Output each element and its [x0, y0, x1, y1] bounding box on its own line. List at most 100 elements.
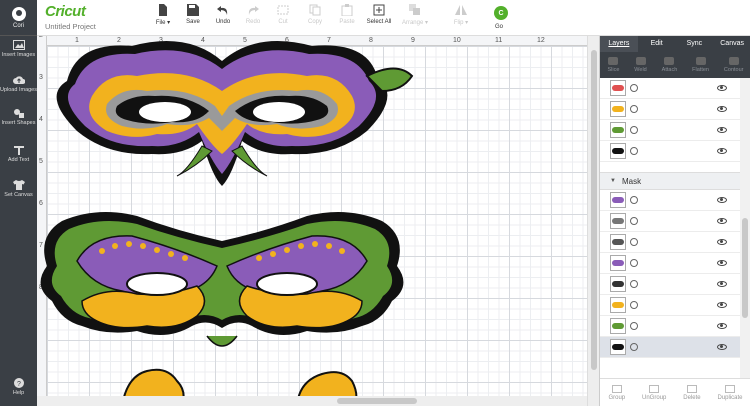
- cut-type-icon[interactable]: [630, 301, 638, 309]
- cut-type-icon[interactable]: [630, 196, 638, 204]
- visibility-eye-icon[interactable]: [717, 323, 727, 329]
- sidebar-item-add-text[interactable]: Add Text: [0, 145, 37, 175]
- sidebar-item-set-canvas[interactable]: Set Canvas: [0, 180, 37, 210]
- layer-color-swatch: [612, 323, 624, 329]
- file-icon: [156, 4, 170, 16]
- chevron-down-icon: ▾: [465, 20, 469, 26]
- layer-row[interactable]: [600, 274, 741, 295]
- visibility-eye-icon[interactable]: [717, 218, 727, 224]
- left-sidebar: Cori Insert Images Upload Images Insert …: [0, 0, 37, 406]
- mask-artwork[interactable]: [37, 36, 599, 406]
- group-button[interactable]: Group: [608, 384, 625, 401]
- visibility-eye-icon[interactable]: [717, 85, 727, 91]
- cut-type-icon[interactable]: [630, 238, 638, 246]
- design-canvas[interactable]: 123456789101112 2345678: [37, 36, 599, 406]
- cut-type-icon[interactable]: [630, 217, 638, 225]
- slice-button[interactable]: Slice: [607, 57, 619, 73]
- sidebar-item-help[interactable]: ? Help: [0, 378, 37, 408]
- layer-row[interactable]: [600, 141, 741, 162]
- layer-row[interactable]: [600, 190, 741, 211]
- contour-button[interactable]: Contour: [724, 57, 744, 73]
- layer-row[interactable]: [600, 78, 741, 99]
- tab-sync[interactable]: Sync: [676, 36, 714, 52]
- select-all-button[interactable]: Select All: [363, 4, 395, 32]
- paste-button[interactable]: Paste: [331, 4, 363, 32]
- visibility-eye-icon[interactable]: [717, 260, 727, 266]
- attach-button[interactable]: Attach: [662, 57, 677, 73]
- tab-canvas[interactable]: Canvas: [713, 36, 750, 52]
- collapse-arrow-icon[interactable]: ▼: [610, 178, 616, 184]
- visibility-eye-icon[interactable]: [717, 281, 727, 287]
- layer-group-mask[interactable]: ▼ Mask: [600, 172, 741, 190]
- visibility-eye-icon[interactable]: [717, 239, 727, 245]
- group-icon: [611, 384, 622, 393]
- shirt-icon: [12, 180, 25, 190]
- top-mask[interactable]: [56, 41, 414, 186]
- project-name[interactable]: Untitled Project: [45, 22, 96, 31]
- canvas-vertical-scrollbar[interactable]: [587, 36, 599, 406]
- cut-type-icon[interactable]: [630, 105, 638, 113]
- go-button[interactable]: C: [494, 6, 508, 20]
- visibility-eye-icon[interactable]: [717, 127, 727, 133]
- visibility-eye-icon[interactable]: [717, 106, 727, 112]
- tab-edit[interactable]: Edit: [638, 36, 676, 52]
- visibility-eye-icon[interactable]: [717, 302, 727, 308]
- flip-menu-button[interactable]: Flip ▾: [445, 4, 477, 32]
- layer-color-swatch: [612, 302, 624, 308]
- layer-row[interactable]: [600, 99, 741, 120]
- weld-button[interactable]: Weld: [634, 57, 647, 73]
- cut-type-icon[interactable]: [630, 322, 638, 330]
- user-menu[interactable]: Cori: [0, 0, 37, 36]
- cut-type-icon[interactable]: [630, 84, 638, 92]
- cut-type-icon[interactable]: [630, 280, 638, 288]
- cut-type-icon[interactable]: [630, 259, 638, 267]
- copy-button[interactable]: Copy: [299, 4, 331, 32]
- panel-scrollbar[interactable]: [740, 78, 750, 378]
- shapes-icon: [13, 108, 25, 118]
- middle-mask[interactable]: [40, 212, 404, 347]
- layer-thumbnail: [610, 318, 626, 334]
- visibility-eye-icon[interactable]: [717, 197, 727, 203]
- layer-thumbnail: [610, 255, 626, 271]
- avatar-icon: [11, 6, 26, 21]
- delete-button[interactable]: Delete: [683, 384, 701, 401]
- layer-row[interactable]: [600, 316, 741, 337]
- sidebar-item-upload-images[interactable]: Upload Images: [0, 75, 37, 105]
- duplicate-button[interactable]: Duplicate: [718, 384, 743, 401]
- user-name: Cori: [12, 22, 24, 29]
- layer-thumbnail: [610, 143, 626, 159]
- arrange-menu-button[interactable]: Arrange ▾: [399, 4, 431, 32]
- layer-row[interactable]: [600, 337, 741, 358]
- layer-row[interactable]: [600, 253, 741, 274]
- visibility-eye-icon[interactable]: [717, 148, 727, 154]
- save-button[interactable]: Save: [177, 4, 209, 32]
- layer-row[interactable]: [600, 295, 741, 316]
- paste-icon: [340, 4, 354, 16]
- cricut-c-icon: C: [498, 9, 504, 17]
- canvas-horizontal-scrollbar[interactable]: [37, 396, 587, 406]
- top-toolbar: Cricut Untitled Project File ▾ Save Undo…: [37, 0, 750, 36]
- file-menu-button[interactable]: File ▾: [147, 4, 179, 32]
- sidebar-item-insert-shapes[interactable]: Insert Shapes: [0, 108, 37, 138]
- layer-thumbnail: [610, 122, 626, 138]
- redo-button[interactable]: Redo: [237, 4, 269, 32]
- flatten-button[interactable]: Flatten: [692, 57, 709, 73]
- layer-row[interactable]: [600, 211, 741, 232]
- sidebar-item-insert-images[interactable]: Insert Images: [0, 40, 37, 70]
- undo-button[interactable]: Undo: [207, 4, 239, 32]
- duplicate-icon: [725, 384, 735, 393]
- layers-panel: Layers Edit Sync Canvas Slice Weld Attac…: [599, 36, 750, 406]
- layer-row[interactable]: [600, 120, 741, 141]
- cut-type-icon[interactable]: [630, 126, 638, 134]
- cut-type-icon[interactable]: [630, 147, 638, 155]
- ungroup-button[interactable]: UnGroup: [642, 384, 666, 401]
- visibility-eye-icon[interactable]: [717, 344, 727, 350]
- upload-cloud-icon: [12, 75, 25, 85]
- cut-type-icon[interactable]: [630, 343, 638, 351]
- layer-color-swatch: [612, 85, 624, 91]
- go-label: Go: [495, 24, 504, 30]
- cut-button[interactable]: Cut: [267, 4, 299, 32]
- tab-layers[interactable]: Layers: [600, 36, 638, 52]
- layer-row[interactable]: [600, 232, 741, 253]
- chevron-down-icon: ▾: [425, 20, 429, 26]
